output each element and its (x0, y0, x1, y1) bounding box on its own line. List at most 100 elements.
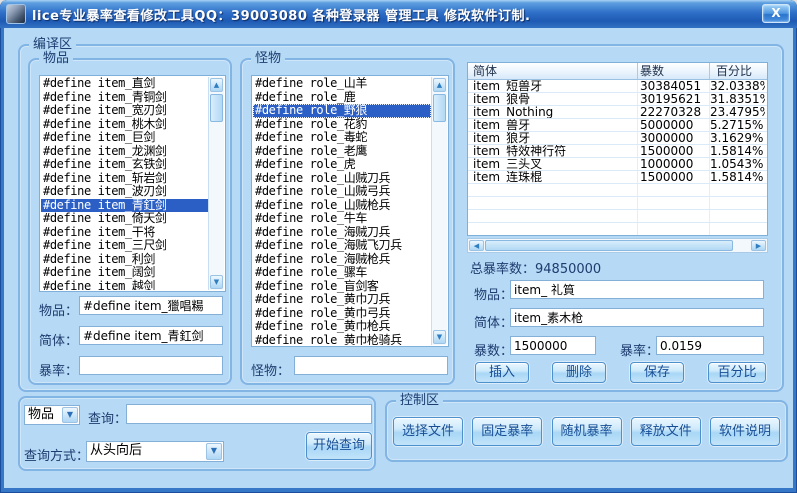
col-header-percent[interactable]: 百分比 (710, 63, 765, 79)
random-rate-button[interactable]: 随机暴率 (552, 417, 622, 446)
table-row[interactable]: item_三头叉10000001.0543% (468, 158, 767, 171)
col-header-simp[interactable]: 简体 (468, 63, 638, 79)
scroll-left-icon[interactable]: ◀ (469, 240, 484, 251)
list-item[interactable]: #define item_斩岩剑 (41, 172, 208, 186)
query-mode-combobox[interactable]: 从头向后 ▼ (86, 441, 224, 462)
scroll-down-icon[interactable]: ▼ (433, 330, 446, 344)
list-item[interactable]: #define item_玄铁剑 (41, 158, 208, 172)
titlebar[interactable]: lice专业暴率查看修改工具QQ：39003080 各种登录器 管理工具 修改软… (0, 0, 797, 28)
item-field-input[interactable] (79, 296, 223, 315)
delete-button[interactable]: 删除 (552, 362, 606, 383)
list-item[interactable]: #define role_虎 (253, 158, 431, 172)
table-cell (638, 197, 710, 209)
select-file-button[interactable]: 选择文件 (393, 417, 463, 446)
result-rate-label: 暴率： (620, 340, 659, 359)
list-item[interactable]: #define item_青铜剑 (41, 91, 208, 105)
start-query-button[interactable]: 开始查询 (306, 432, 372, 460)
table-header[interactable]: 简体 暴数 百分比 (468, 63, 767, 80)
list-item[interactable]: #define role_山贼刀兵 (253, 172, 431, 186)
list-item[interactable]: #define item_利剑 (41, 253, 208, 267)
list-item[interactable]: #define item_越剑 (41, 280, 208, 291)
list-item[interactable]: #define role_盲剑客 (253, 280, 431, 294)
list-item[interactable]: #define role_海贼刀兵 (253, 226, 431, 240)
list-item[interactable]: #define item_桃木剑 (41, 118, 208, 132)
list-item[interactable]: #define item_三尺剑 (41, 239, 208, 253)
monster-field-input[interactable] (294, 356, 448, 375)
table-row[interactable]: item_特效神行符15000001.5814% (468, 145, 767, 158)
close-button[interactable]: X (762, 4, 790, 23)
list-item[interactable]: #define item_巨剑 (41, 131, 208, 145)
scrollbar-thumb[interactable] (210, 94, 223, 122)
scroll-right-icon[interactable]: ▶ (751, 240, 766, 251)
list-item[interactable]: #define role_黄巾枪兵 (253, 320, 431, 334)
scroll-down-icon[interactable]: ▼ (210, 275, 223, 289)
simp-field-input[interactable] (79, 326, 223, 345)
list-item[interactable]: #define role_野狼 (253, 104, 431, 118)
result-simp-input[interactable] (510, 308, 764, 327)
list-item[interactable]: #define item_直剑 (41, 77, 208, 91)
insert-button[interactable]: 插入 (475, 362, 529, 383)
items-scrollbar[interactable]: ▲ ▼ (208, 77, 224, 290)
monsters-group: 怪物 #define role_山羊#define role_鹿#define … (240, 58, 455, 385)
list-item[interactable]: #define role_山贼枪兵 (253, 199, 431, 213)
percent-button[interactable]: 百分比 (708, 362, 766, 383)
table-cell: item_三头叉 (468, 158, 638, 170)
result-rate-input[interactable] (656, 336, 764, 355)
table-row[interactable]: item_Nothing2227032823.4795% (468, 106, 767, 119)
list-item[interactable]: #define item_龙渊剑 (41, 145, 208, 159)
list-item[interactable]: #define role_鹿 (253, 91, 431, 105)
list-item[interactable]: #define role_黄巾弓兵 (253, 307, 431, 321)
table-cell: item_狼骨 (468, 93, 638, 105)
monsters-scrollbar[interactable]: ▲ ▼ (431, 77, 447, 345)
list-item[interactable]: #define item_阔剑 (41, 266, 208, 280)
table-cell: item_短兽牙 (468, 80, 638, 92)
table-row[interactable]: item_狼骨3019562131.8351% (468, 93, 767, 106)
table-cell: 31.8351% (710, 93, 765, 105)
table-row[interactable]: item_短兽牙3038405132.0338% (468, 80, 767, 93)
list-item[interactable]: #define item_青釭剑 (41, 199, 208, 213)
list-item[interactable]: #define role_花豹 (253, 118, 431, 132)
table-row[interactable]: item_狼牙30000003.1629% (468, 132, 767, 145)
query-type-combobox[interactable]: 物品 ▼ (24, 405, 80, 425)
list-item[interactable]: #define role_山贼弓兵 (253, 185, 431, 199)
control-group: 控制区 选择文件 固定暴率 随机暴率 释放文件 软件说明 (385, 400, 788, 462)
scroll-up-icon[interactable]: ▲ (210, 78, 223, 92)
list-item[interactable]: #define item_宽刃剑 (41, 104, 208, 118)
save-button[interactable]: 保存 (630, 362, 684, 383)
list-item[interactable]: #define role_海贼枪兵 (253, 253, 431, 267)
table-hscrollbar[interactable]: ◀ ▶ (467, 238, 768, 253)
monsters-list[interactable]: #define role_山羊#define role_鹿#define rol… (253, 77, 431, 345)
result-count-input[interactable] (510, 336, 596, 355)
result-table[interactable]: 简体 暴数 百分比 item_短兽牙3038405132.0338%item_狼… (467, 62, 768, 236)
col-header-count[interactable]: 暴数 (638, 63, 710, 79)
list-item[interactable]: #define item_倚天剑 (41, 212, 208, 226)
list-item[interactable]: #define item_干将 (41, 226, 208, 240)
result-item-input[interactable] (510, 280, 764, 299)
release-file-button[interactable]: 释放文件 (631, 417, 701, 446)
rate-field-input[interactable] (79, 356, 223, 375)
fixed-rate-button[interactable]: 固定暴率 (472, 417, 542, 446)
scroll-up-icon[interactable]: ▲ (433, 78, 446, 92)
monsters-listbox[interactable]: #define role_山羊#define role_鹿#define rol… (251, 75, 449, 347)
monsters-group-label: 怪物 (251, 51, 285, 67)
list-item[interactable]: #define role_黄巾刀兵 (253, 293, 431, 307)
table-cell: 5.2715% (710, 119, 765, 131)
list-item[interactable]: #define role_海贼飞刀兵 (253, 239, 431, 253)
table-row[interactable]: item_兽牙50000005.2715% (468, 119, 767, 132)
chevron-down-icon[interactable]: ▼ (206, 443, 222, 460)
scrollbar-thumb[interactable] (433, 94, 446, 122)
list-item[interactable]: #define role_骡车 (253, 266, 431, 280)
list-item[interactable]: #define role_山羊 (253, 77, 431, 91)
list-item[interactable]: #define role_牛车 (253, 212, 431, 226)
items-listbox[interactable]: #define item_直剑#define item_青铜剑#define i… (39, 75, 226, 292)
table-row[interactable]: item_连珠棍15000001.5814% (468, 171, 767, 184)
list-item[interactable]: #define role_毒蛇 (253, 131, 431, 145)
chevron-down-icon[interactable]: ▼ (62, 407, 78, 423)
list-item[interactable]: #define item_波刃剑 (41, 185, 208, 199)
hscrollbar-thumb[interactable] (485, 240, 733, 251)
items-list[interactable]: #define item_直剑#define item_青铜剑#define i… (41, 77, 208, 290)
query-input[interactable] (126, 404, 372, 424)
list-item[interactable]: #define role_黄巾枪骑兵 (253, 334, 431, 346)
list-item[interactable]: #define role_老鹰 (253, 145, 431, 159)
software-info-button[interactable]: 软件说明 (710, 417, 780, 446)
